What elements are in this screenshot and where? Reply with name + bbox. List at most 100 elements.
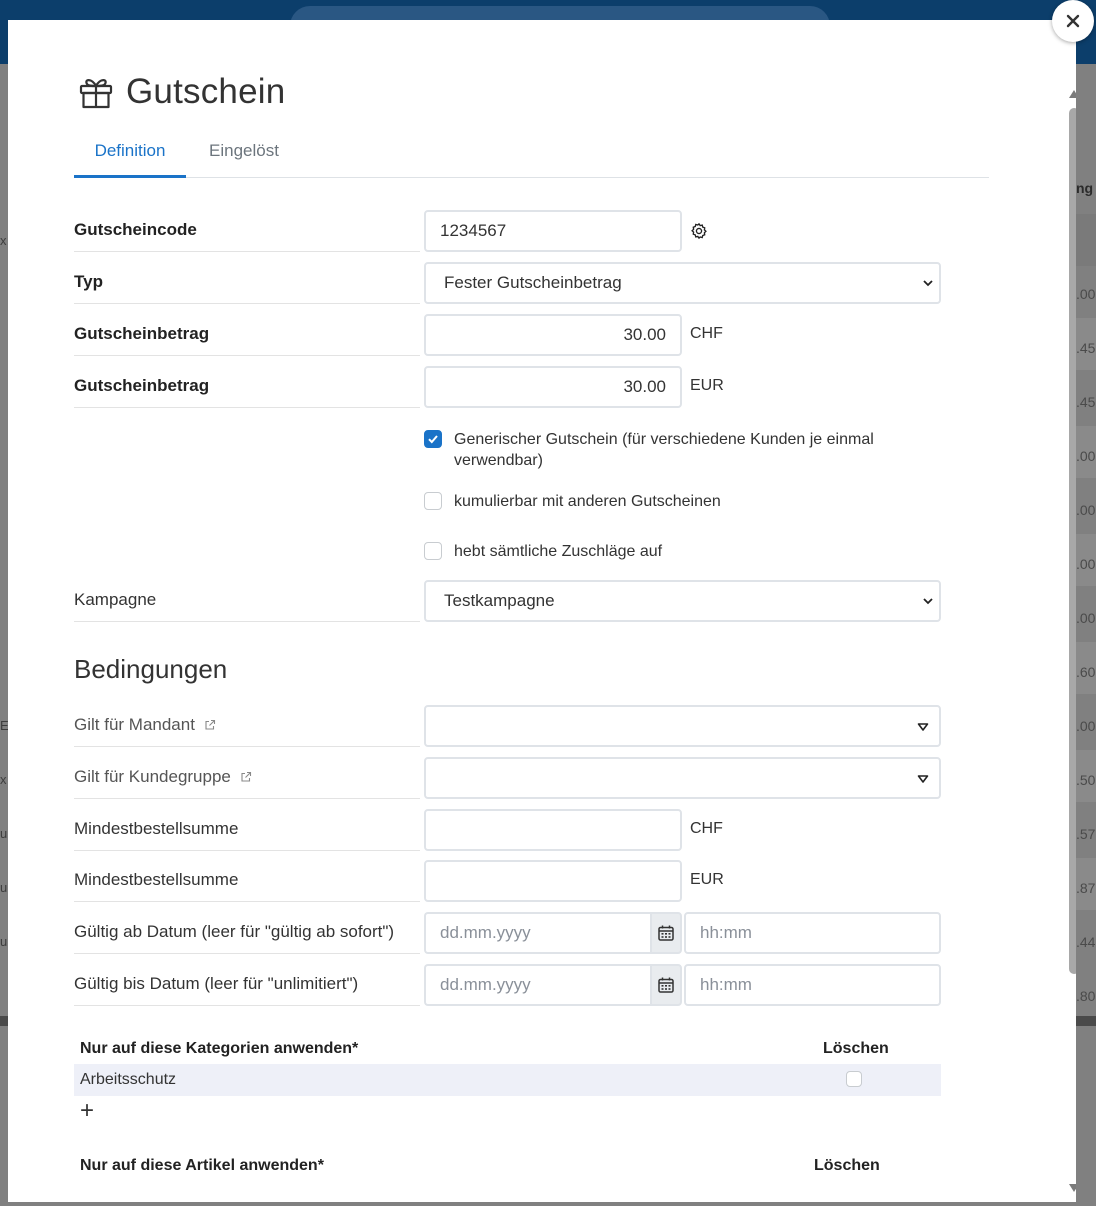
cumulative-label: kumulierbar mit anderen Gutscheinen — [454, 493, 721, 510]
voucher-code-input[interactable]: 1234567 — [424, 210, 682, 252]
checkmark-icon — [428, 435, 438, 444]
categories-delete-header: Löschen — [823, 1040, 889, 1057]
backdrop-left-char: x — [0, 772, 7, 787]
chevron-down-icon — [923, 598, 933, 605]
categories-header: Nur auf diese Kategorien anwenden* — [80, 1040, 359, 1057]
backdrop-column-header: ng — [1076, 180, 1094, 196]
override-surcharges-checkbox[interactable] — [424, 542, 442, 560]
gift-icon — [79, 79, 113, 109]
mandant-select[interactable] — [424, 705, 941, 747]
chevron-down-icon — [923, 280, 933, 287]
type-select[interactable]: Fester Gutscheinbetrag — [424, 262, 941, 304]
cumulative-option: kumulierbar mit anderen Gutscheinen — [424, 491, 721, 512]
row-min-order-chf: Mindestbestellsumme CHF — [74, 809, 954, 851]
min-order-eur-unit: EUR — [690, 871, 724, 888]
close-button[interactable] — [1052, 0, 1094, 42]
scroll-thumb[interactable] — [1069, 108, 1076, 974]
tab-eingeloest[interactable]: Eingelöst — [209, 136, 279, 178]
external-link-icon[interactable] — [204, 719, 216, 731]
table-row: Arbeitsschutz — [74, 1064, 941, 1096]
calendar-icon — [658, 925, 674, 941]
backdrop-value: .45 — [1076, 394, 1096, 410]
campaign-select[interactable]: Testkampagne — [424, 580, 941, 622]
caret-down-icon — [917, 775, 929, 783]
customer-group-label-text: Gilt für Kundegruppe — [74, 767, 231, 786]
backdrop-row — [1076, 214, 1096, 266]
override-surcharges-option: hebt sämtliche Zuschläge auf — [424, 541, 662, 562]
backdrop-left-char: u — [0, 934, 8, 949]
row-campaign: Kampagne Testkampagne — [74, 580, 954, 622]
articles-delete-header: Löschen — [814, 1157, 880, 1174]
row-voucher-code: Gutscheincode 1234567 — [74, 210, 954, 252]
min-order-chf-unit: CHF — [690, 820, 723, 837]
modal-title: Gutschein — [126, 72, 286, 111]
campaign-label: Kampagne — [74, 580, 420, 622]
backdrop-value: .60 — [1076, 664, 1096, 680]
backdrop-value: .80 — [1076, 988, 1096, 1004]
row-valid-from: Gültig ab Datum (leer für "gültig ab sof… — [74, 912, 954, 954]
backdrop-value: .87 — [1076, 880, 1096, 896]
valid-to-label: Gültig bis Datum (leer für "unlimitiert"… — [74, 964, 420, 1006]
valid-from-calendar-button[interactable] — [650, 912, 682, 954]
category-name: Arbeitsschutz — [80, 1071, 177, 1088]
backdrop-value: .00 — [1076, 448, 1096, 464]
external-link-icon[interactable] — [240, 771, 252, 783]
backdrop-value: .00 — [1076, 556, 1096, 572]
valid-to-time-input[interactable]: hh:mm — [684, 964, 941, 1006]
cumulative-checkbox[interactable] — [424, 492, 442, 510]
caret-down-icon — [917, 723, 929, 731]
backdrop-left-char: E — [0, 718, 8, 733]
voucher-code-label: Gutscheincode — [74, 210, 420, 252]
campaign-select-value: Testkampagne — [444, 591, 555, 610]
articles-header: Nur auf diese Artikel anwenden* — [80, 1157, 324, 1174]
override-surcharges-label: hebt sämtliche Zuschläge auf — [454, 543, 663, 560]
amount-eur-label: Gutscheinbetrag — [74, 366, 420, 408]
backdrop-value: .00 — [1076, 502, 1096, 518]
modal-scrollbar[interactable] — [1066, 88, 1076, 1198]
backdrop-value: .44 — [1076, 934, 1096, 950]
mandant-label: Gilt für Mandant — [74, 705, 420, 747]
row-min-order-eur: Mindestbestellsumme EUR — [74, 860, 954, 902]
tab-bar: Definition Eingelöst — [74, 136, 989, 178]
category-delete-checkbox[interactable] — [846, 1071, 862, 1087]
modal-title-row: Gutschein — [78, 72, 285, 112]
customer-group-select[interactable] — [424, 757, 941, 799]
scroll-up-arrow-icon[interactable] — [1069, 90, 1076, 98]
valid-from-date-input[interactable]: dd.mm.yyyy — [424, 912, 652, 954]
amount-eur-unit: EUR — [690, 377, 724, 394]
scroll-down-arrow-icon[interactable] — [1069, 1184, 1076, 1192]
backdrop-value: .00 — [1076, 610, 1096, 626]
amount-eur-input[interactable]: 30.00 — [424, 366, 682, 408]
amount-chf-label: Gutscheinbetrag — [74, 314, 420, 356]
valid-to-calendar-button[interactable] — [650, 964, 682, 1006]
row-amount-chf: Gutscheinbetrag 30.00 CHF — [74, 314, 954, 356]
backdrop-value: .00 — [1076, 286, 1096, 302]
generic-voucher-option: Generischer Gutschein (für verschiedene … — [424, 429, 894, 471]
mandant-label-text: Gilt für Mandant — [74, 715, 195, 734]
backdrop-left-char: u — [0, 880, 8, 895]
close-icon — [1066, 14, 1080, 28]
valid-to-date-group: dd.mm.yyyy — [424, 964, 682, 1006]
min-order-eur-label: Mindestbestellsumme — [74, 860, 420, 902]
amount-chf-input[interactable]: 30.00 — [424, 314, 682, 356]
min-order-chf-input[interactable] — [424, 809, 682, 851]
backdrop-left-char: u — [0, 826, 8, 841]
backdrop-value: .57 — [1076, 826, 1096, 842]
row-type: Typ Fester Gutscheinbetrag — [74, 262, 954, 304]
valid-to-date-input[interactable]: dd.mm.yyyy — [424, 964, 652, 1006]
row-mandant: Gilt für Mandant — [74, 705, 954, 747]
customer-group-label: Gilt für Kundegruppe — [74, 757, 420, 799]
add-category-button[interactable]: + — [80, 1099, 98, 1123]
type-select-value: Fester Gutscheinbetrag — [444, 273, 622, 292]
backdrop-value: .45 — [1076, 340, 1096, 356]
tab-definition[interactable]: Definition — [74, 136, 186, 178]
backdrop-value: .50 — [1076, 772, 1096, 788]
calendar-icon — [658, 977, 674, 993]
amount-chf-unit: CHF — [690, 325, 723, 342]
valid-from-time-input[interactable]: hh:mm — [684, 912, 941, 954]
gear-icon[interactable] — [690, 222, 708, 240]
min-order-chf-label: Mindestbestellsumme — [74, 809, 420, 851]
generic-voucher-checkbox[interactable] — [424, 430, 442, 448]
min-order-eur-input[interactable] — [424, 860, 682, 902]
type-label: Typ — [74, 262, 420, 304]
